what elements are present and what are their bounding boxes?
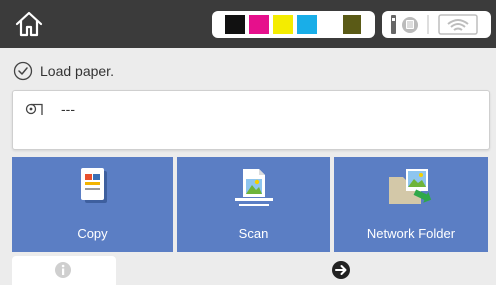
ink-magenta: [249, 15, 269, 34]
copy-label: Copy: [77, 226, 108, 241]
status-icons[interactable]: [382, 11, 491, 38]
copy-icon: [80, 168, 107, 203]
bottom-bar: [0, 252, 496, 285]
home-icon[interactable]: [14, 10, 44, 38]
copy-tile[interactable]: Copy: [12, 157, 173, 252]
ink-black: [225, 15, 245, 34]
check-circle-icon: [13, 61, 33, 81]
top-bar: [0, 0, 496, 48]
network-folder-icon: [389, 169, 432, 204]
scan-tile[interactable]: Scan: [177, 157, 330, 252]
ink-yellow: [273, 15, 293, 34]
status-message-text: Load paper.: [40, 63, 114, 79]
ink-matte-black: [343, 15, 361, 34]
info-tab[interactable]: [12, 256, 116, 285]
ink-levels[interactable]: [212, 11, 375, 38]
network-folder-tile[interactable]: Network Folder: [334, 157, 488, 252]
paper-roll-icon: [25, 103, 43, 115]
status-message: Load paper.: [0, 58, 496, 84]
paper-source-text: ---: [61, 101, 75, 117]
paper-source-panel[interactable]: ---: [12, 90, 490, 150]
info-icon: [55, 262, 71, 278]
arrow-right-circle-icon[interactable]: [331, 260, 351, 280]
scan-label: Scan: [238, 226, 269, 241]
ink-cyan: [297, 15, 317, 34]
network-folder-label: Network Folder: [366, 226, 456, 241]
wifi-disconnected-icon: [438, 14, 478, 35]
scan-icon: [234, 169, 273, 206]
